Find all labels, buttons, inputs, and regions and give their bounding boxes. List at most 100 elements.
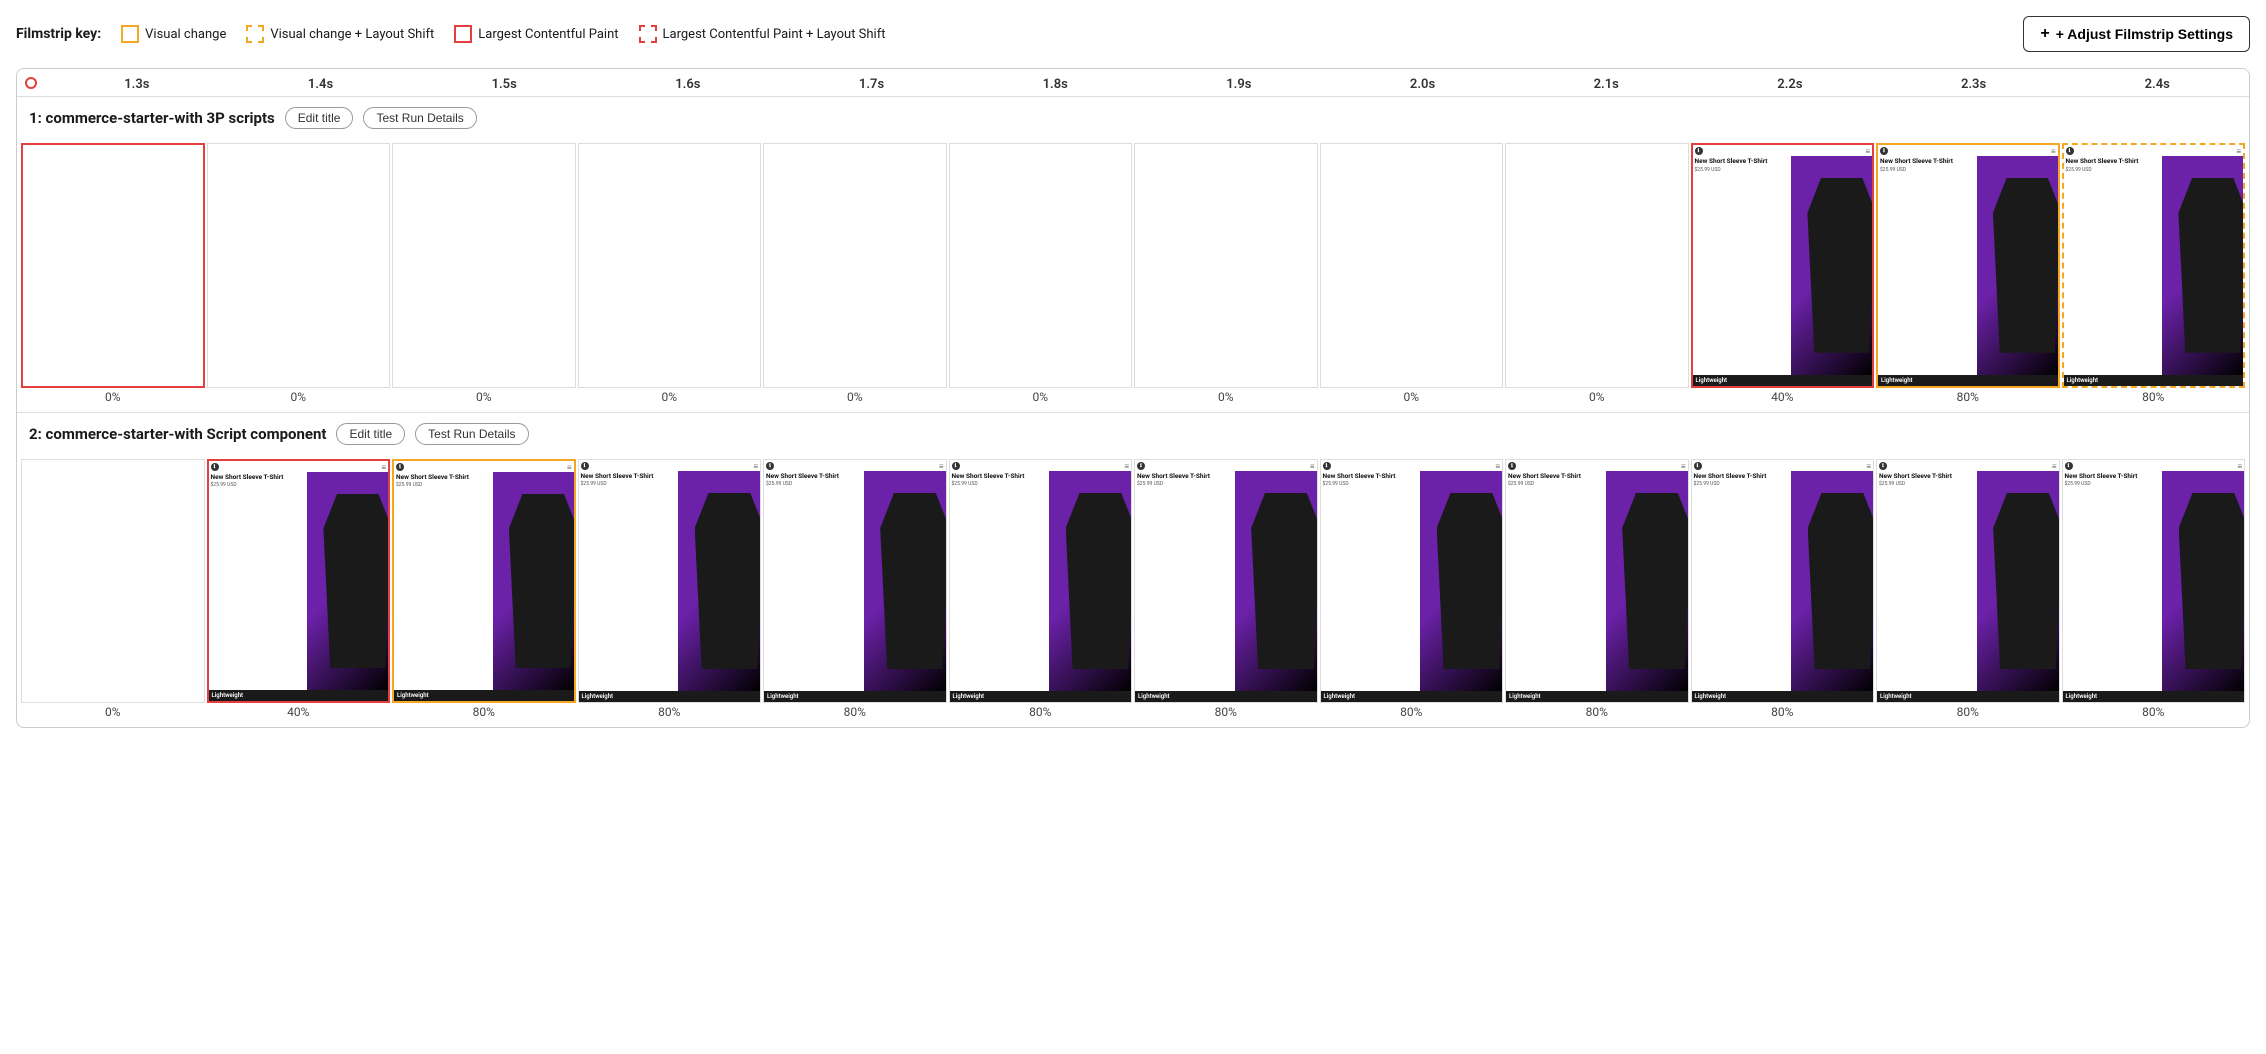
frame-cell-1-6 [949,143,1133,388]
percent-1-3: 0% [392,390,576,404]
frame-img-2-10: ℹ≡New Short Sleeve T-Shirt$25.99 USDLigh… [1691,459,1875,704]
product-bottom-2-5: Lightweight [764,691,946,702]
product-name-2-12: New Short Sleeve T-Shirt [2065,473,2161,481]
product-price-2-8: $25.99 USD [1323,481,1419,487]
percent-2-5: 80% [763,705,947,719]
info-icon-2-12: ℹ [2065,462,2073,470]
frame-img-2-2: ℹ≡New Short Sleeve T-Shirt$25.99 USDLigh… [207,459,391,704]
frame-empty-1-7 [1134,143,1318,388]
frame-icons-2-10: ℹ≡ [1692,460,1874,471]
frame-cell-2-8: ℹ≡New Short Sleeve T-Shirt$25.99 USDLigh… [1320,459,1504,704]
key-visual-change-label: Visual change [145,27,226,42]
info-icon-2-10: ℹ [1694,462,1702,470]
info-icon-2-7: ℹ [1137,462,1145,470]
product-bottom-2-6: Lightweight [950,691,1132,702]
top-bar: Filmstrip key: Visual change Visual chan… [16,16,2250,52]
frame-cell-2-5: ℹ≡New Short Sleeve T-Shirt$25.99 USDLigh… [763,459,947,704]
frame-wrapper-1-12: ℹ≡New Short Sleeve T-Shirt$25.99 USDLigh… [2062,143,2246,388]
key-box-lcp-layout [639,25,657,43]
frame-wrapper-1-7 [1134,143,1318,388]
product-price-2-3: $25.99 USD [396,482,491,488]
frame-img-2-5: ℹ≡New Short Sleeve T-Shirt$25.99 USDLigh… [763,459,947,704]
frame-wrapper-2-1 [21,459,205,704]
frame-cell-2-4: ℹ≡New Short Sleeve T-Shirt$25.99 USDLigh… [578,459,762,704]
edit-title-button-1[interactable]: Edit title [285,107,354,129]
product-image-2-6 [1049,471,1131,692]
info-icon-2-9: ℹ [1508,462,1516,470]
edit-title-button-2[interactable]: Edit title [336,423,405,445]
product-image-2-10 [1791,471,1873,692]
product-price-2-5: $25.99 USD [766,481,862,487]
frame-img-1-11: ℹ≡New Short Sleeve T-Shirt$25.99 USDLigh… [1876,143,2060,388]
adjust-filmstrip-icon: + [2040,25,2049,43]
key-lcp-layout: Largest Contentful Paint + Layout Shift [639,25,886,43]
product-name-2-2: New Short Sleeve T-Shirt [211,474,306,482]
shirt-shape-2-3 [509,494,574,669]
product-area-2-2: New Short Sleeve T-Shirt$25.99 USD [209,472,389,691]
key-lcp-layout-label: Largest Contentful Paint + Layout Shift [663,27,886,42]
row-section-2: 2: commerce-starter-with Script componen… [17,413,2249,728]
product-bottom-2-2: Lightweight [209,690,389,701]
frame-img-2-7: ℹ≡New Short Sleeve T-Shirt$25.99 USDLigh… [1134,459,1318,704]
info-icon-2-2: ℹ [211,463,219,471]
frame-icons-2-2: ℹ≡ [209,461,389,472]
key-visual-change: Visual change [121,25,226,43]
frame-cell-2-11: ℹ≡New Short Sleeve T-Shirt$25.99 USDLigh… [1876,459,2060,704]
shirt-shape-2-2 [323,494,388,669]
frame-cell-2-7: ℹ≡New Short Sleeve T-Shirt$25.99 USDLigh… [1134,459,1318,704]
product-price-2-6: $25.99 USD [952,481,1048,487]
frame-icons-2-9: ℹ≡ [1506,460,1688,471]
product-text-2-7: New Short Sleeve T-Shirt$25.99 USD [1135,471,1235,692]
frame-empty-1-3 [392,143,576,388]
percent-1-2: 0% [207,390,391,404]
product-name-2-10: New Short Sleeve T-Shirt [1694,473,1790,481]
menu-icon-1-10: ≡ [1865,147,1870,156]
tick-3: 1.6s [596,77,780,92]
frame-cell-2-10: ℹ≡New Short Sleeve T-Shirt$25.99 USDLigh… [1691,459,1875,704]
frame-wrapper-2-4: ℹ≡New Short Sleeve T-Shirt$25.99 USDLigh… [578,459,762,704]
product-area-2-3: New Short Sleeve T-Shirt$25.99 USD [394,472,574,691]
frame-icons-1-12: ℹ≡ [2064,145,2244,156]
shirt-shape-2-5 [880,493,945,670]
frame-empty-1-6 [949,143,1133,388]
tick-8: 2.1s [1514,77,1698,92]
frame-icons-2-11: ℹ≡ [1877,460,2059,471]
info-icon-2-5: ℹ [766,462,774,470]
product-bottom-2-10: Lightweight [1692,691,1874,702]
product-area-2-8: New Short Sleeve T-Shirt$25.99 USD [1321,471,1503,692]
info-icon-2-8: ℹ [1323,462,1331,470]
frame-empty-1-8 [1320,143,1504,388]
menu-icon-2-4: ≡ [753,462,758,471]
product-price-1-10: $25.99 USD [1695,167,1790,173]
percent-1-11: 80% [1876,390,2060,404]
product-area-2-10: New Short Sleeve T-Shirt$25.99 USD [1692,471,1874,692]
frame-img-1-10: ℹ≡New Short Sleeve T-Shirt$25.99 USDLigh… [1691,143,1875,388]
product-text-2-6: New Short Sleeve T-Shirt$25.99 USD [950,471,1050,692]
adjust-filmstrip-label: + Adjust Filmstrip Settings [2056,26,2233,42]
frame-wrapper-1-5 [763,143,947,388]
frame-empty-1-9 [1505,143,1689,388]
product-text-2-12: New Short Sleeve T-Shirt$25.99 USD [2063,471,2163,692]
rows-container: 1: commerce-starter-with 3P scriptsEdit … [17,97,2249,727]
product-name-1-10: New Short Sleeve T-Shirt [1695,158,1790,166]
test-run-button-2[interactable]: Test Run Details [415,423,528,445]
menu-icon-2-11: ≡ [2052,462,2057,471]
frame-cell-2-3: ℹ≡New Short Sleeve T-Shirt$25.99 USDLigh… [392,459,576,704]
frame-icons-2-6: ℹ≡ [950,460,1132,471]
info-icon-1-12: ℹ [2066,147,2074,155]
product-bottom-2-11: Lightweight [1877,691,2059,702]
adjust-filmstrip-button[interactable]: + + Adjust Filmstrip Settings [2023,16,2250,52]
product-area-1-10: New Short Sleeve T-Shirt$25.99 USD [1693,156,1873,375]
test-run-button-1[interactable]: Test Run Details [363,107,476,129]
frame-wrapper-1-9 [1505,143,1689,388]
product-bottom-2-7: Lightweight [1135,691,1317,702]
shirt-shape-2-9 [1622,493,1687,670]
product-text-1-10: New Short Sleeve T-Shirt$25.99 USD [1693,156,1792,375]
frame-cell-2-1 [21,459,205,704]
frame-img-2-6: ℹ≡New Short Sleeve T-Shirt$25.99 USDLigh… [949,459,1133,704]
frame-cell-2-12: ℹ≡New Short Sleeve T-Shirt$25.99 USDLigh… [2062,459,2246,704]
frame-cell-1-8 [1320,143,1504,388]
key-lcp: Largest Contentful Paint [454,25,618,43]
shirt-shape-2-11 [1993,493,2058,670]
frame-wrapper-2-12: ℹ≡New Short Sleeve T-Shirt$25.99 USDLigh… [2062,459,2246,704]
